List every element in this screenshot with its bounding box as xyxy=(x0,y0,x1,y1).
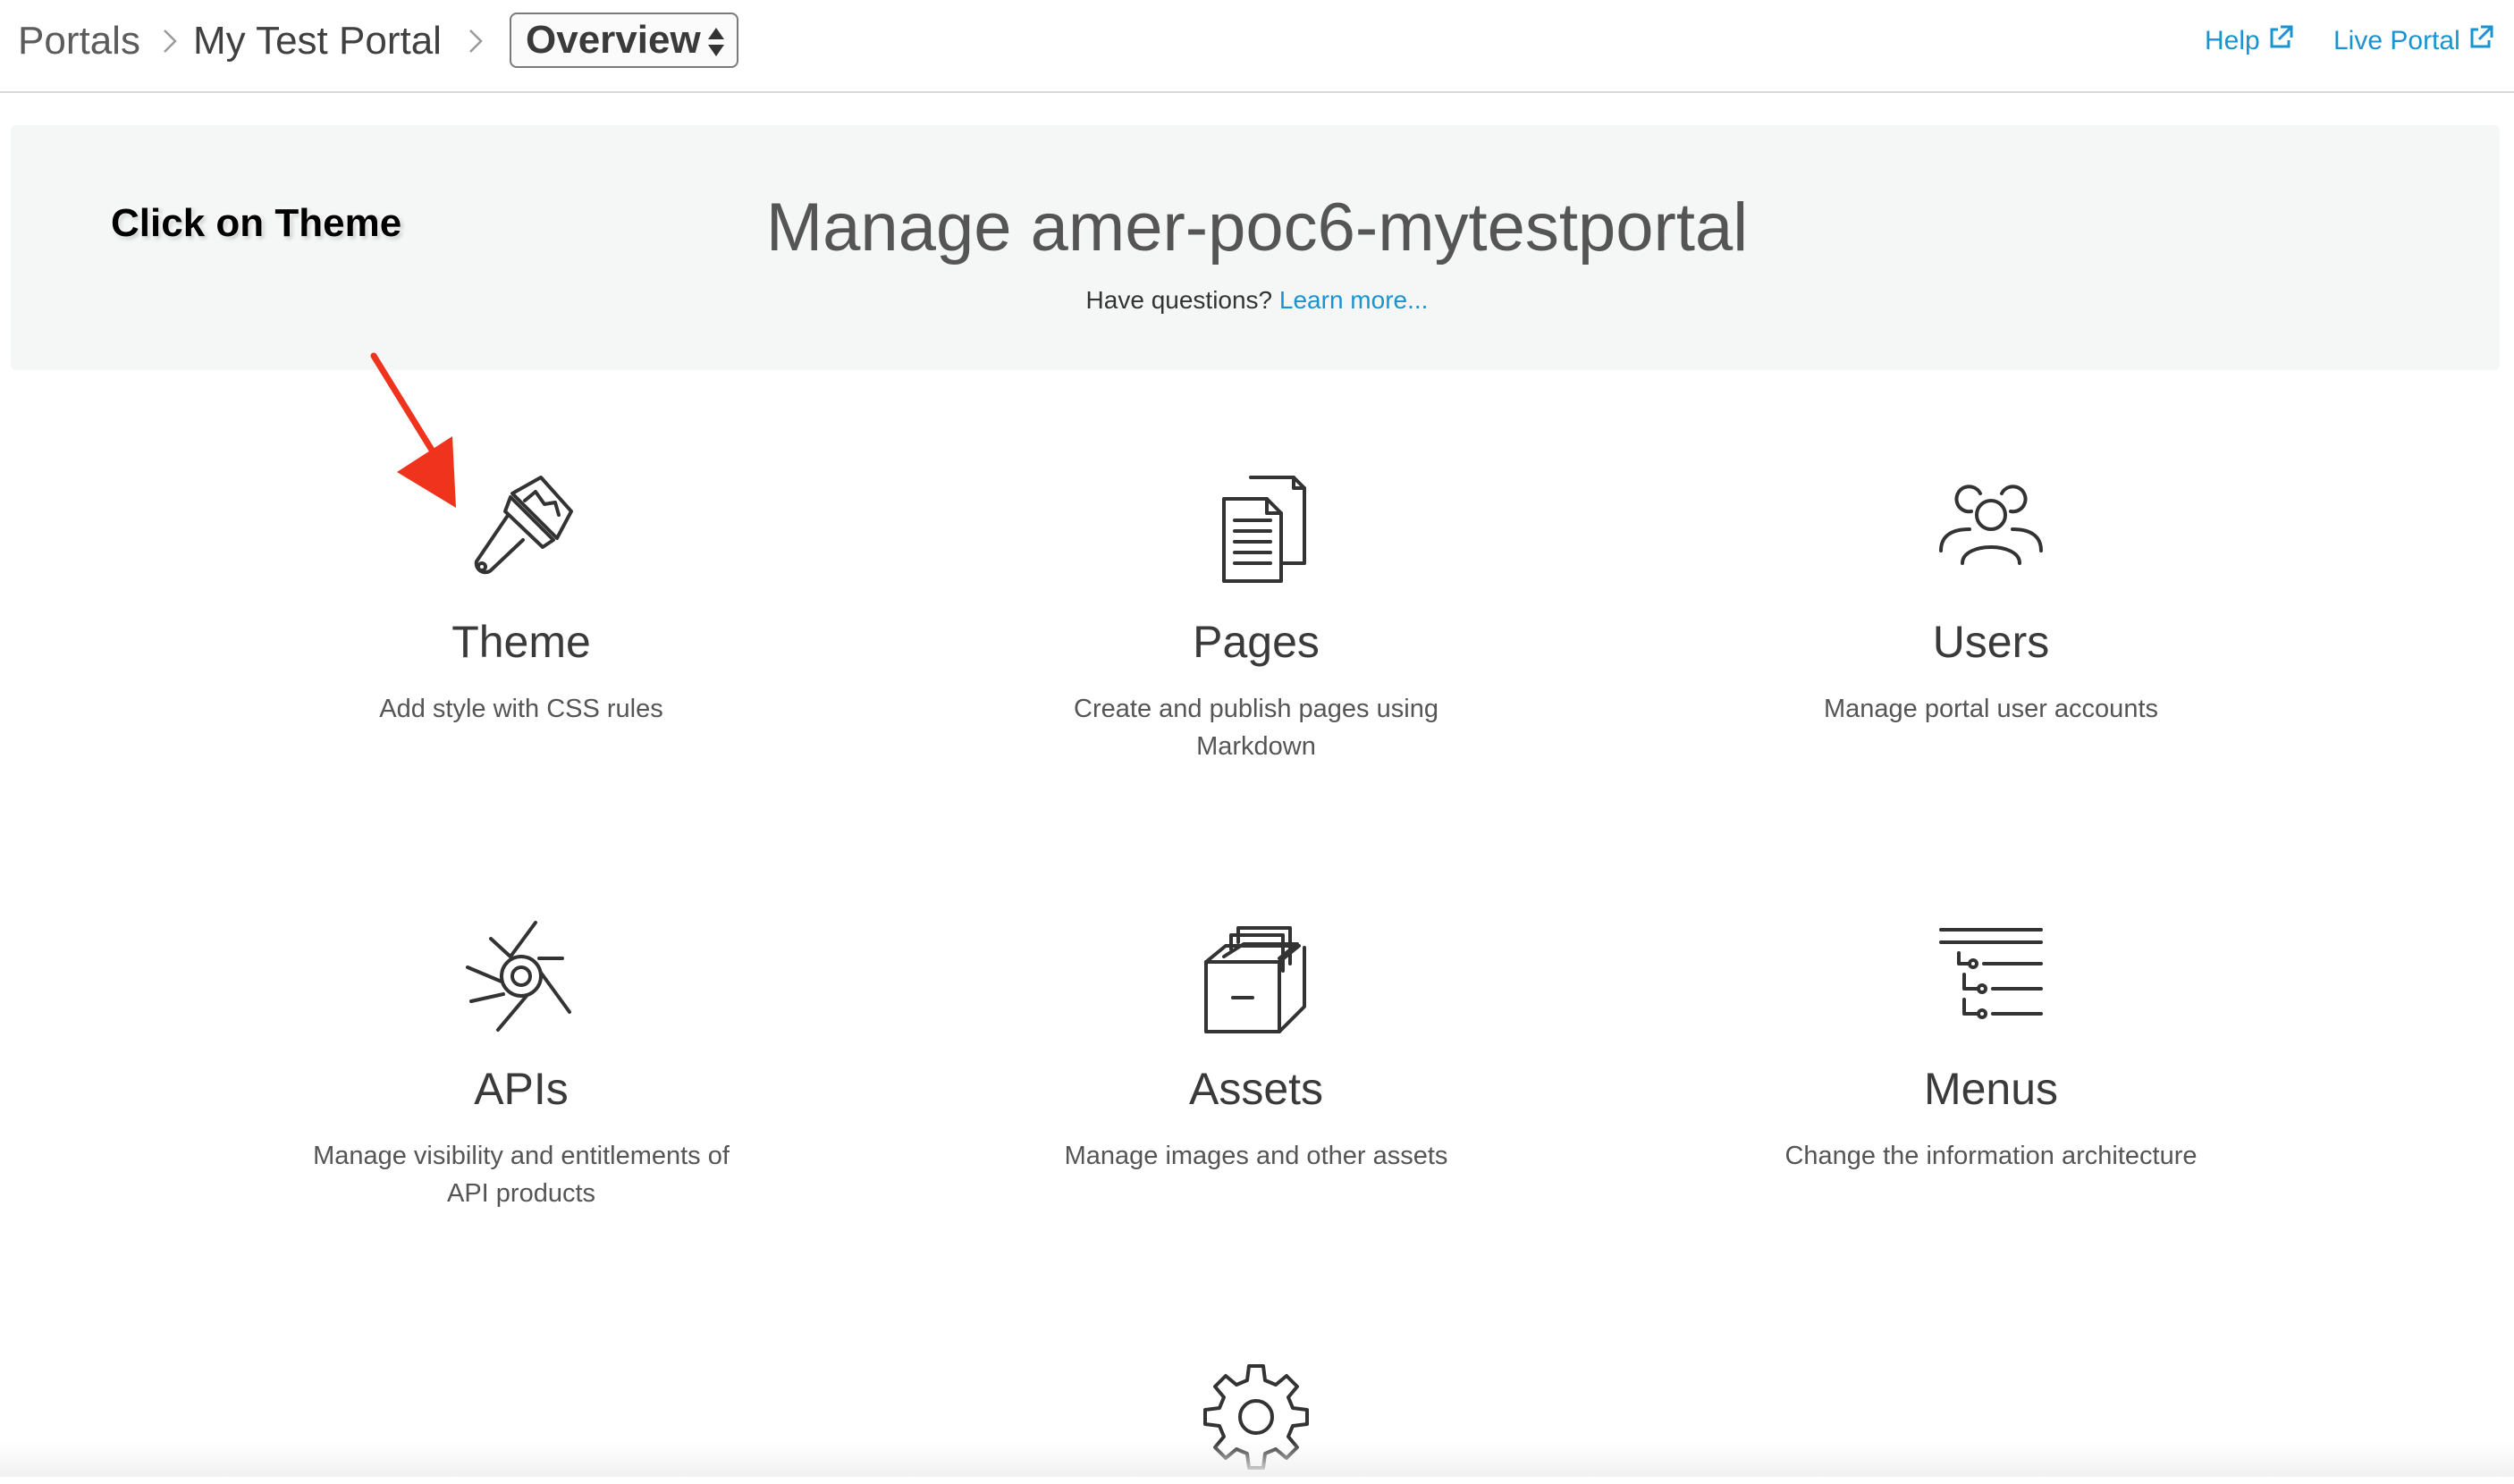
banner-help-text: Have questions? Learn more... xyxy=(0,282,2514,318)
external-link-icon xyxy=(2470,25,2493,48)
tile-pages[interactable]: Pages Create and publish pages using Mar… xyxy=(988,465,1524,765)
learn-more-link[interactable]: Learn more... xyxy=(1279,286,1429,314)
have-questions-text: Have questions? xyxy=(1085,286,1273,314)
users-icon xyxy=(1939,485,2043,565)
help-link-label: Help xyxy=(2205,26,2260,55)
tile-description: Manage images and other assets xyxy=(1064,1142,1448,1170)
tile-title: Menus xyxy=(1923,1064,2059,1114)
tile-title: Pages xyxy=(1193,617,1320,667)
pages-icon xyxy=(1222,476,1306,583)
section-select-value: Overview xyxy=(526,18,701,62)
paintbrush-icon xyxy=(474,476,573,575)
live-portal-link[interactable]: Live Portal xyxy=(2333,23,2494,59)
bottom-fade xyxy=(0,1441,2514,1477)
tile-description: Change the information architecture xyxy=(1784,1142,2198,1170)
tile-description: Manage portal user accounts xyxy=(1824,695,2158,723)
assets-icon xyxy=(1204,926,1306,1033)
tile-description: Add style with CSS rules xyxy=(379,695,663,723)
sort-arrows-icon xyxy=(708,28,724,56)
tile-assets[interactable]: Assets Manage images and other assets xyxy=(988,912,1524,1175)
tile-apis[interactable]: APIs Manage visibility and entitlements … xyxy=(253,912,789,1212)
breadcrumb-portal-name[interactable]: My Test Portal xyxy=(193,18,442,64)
help-link[interactable]: Help xyxy=(2205,23,2294,59)
chevron-right-icon xyxy=(469,30,483,53)
tile-theme[interactable]: Theme Add style with CSS rules xyxy=(253,465,789,728)
tile-description: Manage visibility and entitlements of AP… xyxy=(313,1142,730,1208)
tile-title: Assets xyxy=(1188,1064,1324,1114)
live-portal-link-label: Live Portal xyxy=(2333,26,2460,55)
tile-menus[interactable]: Menus Change the information architectur… xyxy=(1723,912,2259,1175)
top-bar: Portals My Test Portal Overview Help Liv… xyxy=(0,0,2514,93)
chevron-right-icon xyxy=(164,30,177,53)
tile-description: Create and publish pages using Markdown xyxy=(1074,695,1438,761)
breadcrumb-portals[interactable]: Portals xyxy=(18,18,140,64)
tile-title: APIs xyxy=(474,1064,569,1114)
tile-title: Users xyxy=(1932,617,2050,667)
tutorial-annotation: Click on Theme xyxy=(111,201,402,245)
tile-title: Theme xyxy=(451,617,591,667)
menus-icon xyxy=(1939,928,2043,1019)
section-select[interactable]: Overview xyxy=(510,13,738,68)
tile-users[interactable]: Users Manage portal user accounts xyxy=(1723,465,2259,728)
external-link-icon xyxy=(2270,25,2293,48)
apis-icon xyxy=(466,921,571,1032)
